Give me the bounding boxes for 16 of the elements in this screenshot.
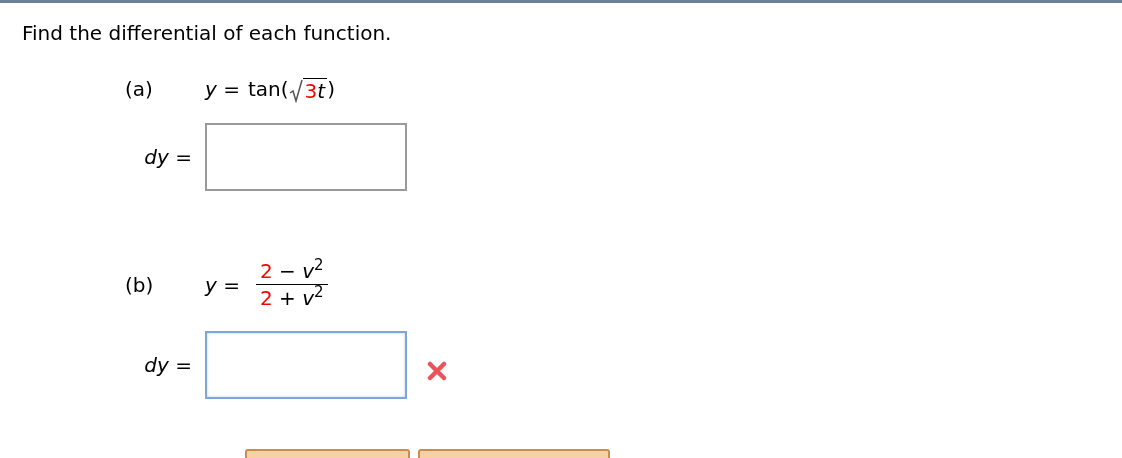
function-name: tan( xyxy=(247,77,289,101)
fraction-denominator: 2 + v$^{2}$ xyxy=(258,285,325,311)
part-label: (a) xyxy=(125,77,153,101)
answer-field[interactable] xyxy=(205,123,407,191)
answer-label: dy = xyxy=(144,353,192,377)
fraction-numerator: 2 − v$^{2}$ xyxy=(255,258,328,285)
closing-parenthesis: ) xyxy=(327,77,335,101)
part-label: (b) xyxy=(125,272,154,297)
equation-lhs: y = xyxy=(205,77,240,101)
radicand-term: 3 xyxy=(304,78,318,103)
equation-lhs: y = xyxy=(205,272,240,297)
radical-sign-icon xyxy=(288,79,303,103)
radicand-term: t xyxy=(317,78,326,103)
answer-label: dy = xyxy=(144,145,192,169)
instruction-text: Find the differential of each function. xyxy=(21,20,393,45)
answer-field[interactable] xyxy=(205,331,407,399)
